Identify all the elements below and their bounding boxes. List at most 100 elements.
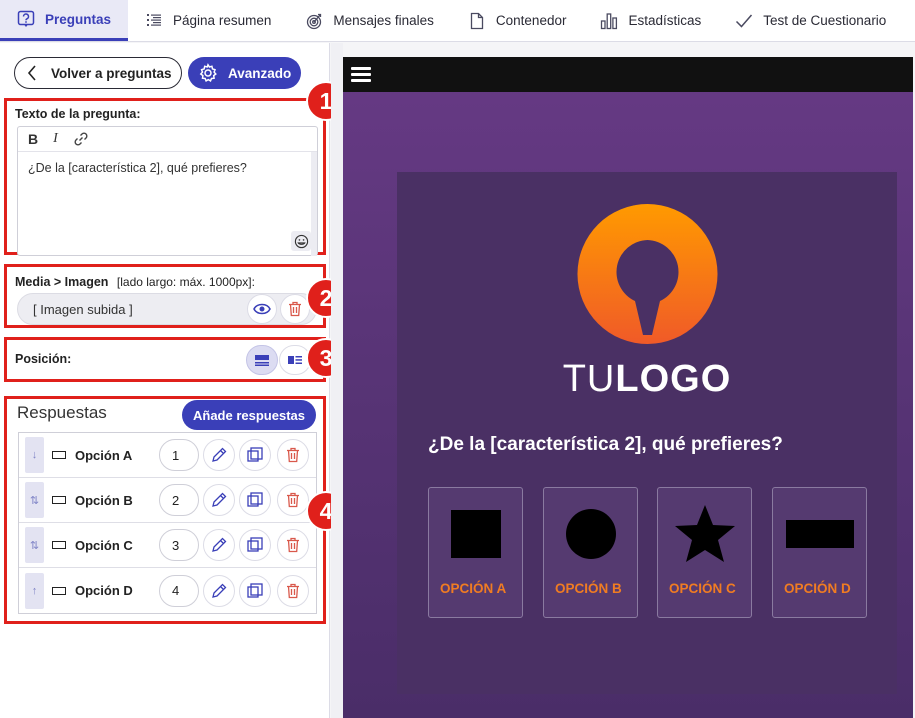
pencil-icon: [212, 447, 227, 462]
tab-mensajes-finales[interactable]: Mensajes finales: [288, 0, 451, 41]
copy-icon: [247, 492, 263, 507]
preview-option-d[interactable]: OPCIÓN D: [772, 487, 867, 618]
tab-label: Página resumen: [173, 13, 272, 28]
question-icon: [17, 10, 35, 27]
smiley-icon: [294, 234, 308, 248]
tab-contenedor[interactable]: Contenedor: [451, 0, 584, 41]
tab-label: Test de Cuestionario: [763, 13, 887, 28]
responses-title: Respuestas: [17, 403, 107, 422]
duplicate-response-button[interactable]: [239, 484, 271, 516]
emoji-button[interactable]: [291, 231, 311, 251]
drag-handle[interactable]: ↓: [25, 437, 44, 473]
bold-icon[interactable]: B: [28, 131, 38, 147]
position-label: Posición:: [15, 352, 72, 366]
target-icon: [307, 13, 322, 29]
logo-text-light: TU: [562, 358, 616, 400]
link-icon[interactable]: [73, 131, 89, 147]
tab-label: Preguntas: [45, 11, 112, 27]
position-section: Posición:: [4, 337, 326, 382]
hamburger-menu-icon[interactable]: [351, 67, 371, 82]
media-label: Media > Imagen: [15, 275, 109, 289]
back-label: Volver a preguntas: [51, 65, 172, 81]
delete-response-button[interactable]: [277, 529, 309, 561]
option-label: OPCIÓN D: [784, 581, 851, 596]
rectangle-icon: [52, 496, 66, 504]
question-text-value[interactable]: ¿De la [característica 2], qué prefieres…: [18, 152, 317, 184]
edit-response-button[interactable]: [203, 484, 235, 516]
preview-image-button[interactable]: [247, 294, 277, 324]
option-label: OPCIÓN C: [669, 581, 736, 596]
edit-response-button[interactable]: [203, 574, 235, 607]
pencil-icon: [212, 537, 227, 552]
logo-icon: [577, 204, 718, 344]
question-text-editor[interactable]: B I ¿De la [característica 2], qué prefi…: [17, 126, 318, 256]
media-section: Media > Imagen [lado largo: máx. 1000px]…: [4, 264, 326, 328]
tab-label: Mensajes finales: [333, 13, 434, 28]
add-response-button[interactable]: Añade respuestas: [182, 400, 316, 430]
response-row: ⇅ Opción C 3: [19, 523, 316, 568]
delete-response-button[interactable]: [277, 484, 309, 516]
response-row: ↑ Opción D 4: [19, 568, 316, 613]
tab-label: Estadísticas: [628, 13, 702, 28]
copy-icon: [247, 537, 263, 552]
duplicate-response-button[interactable]: [239, 529, 271, 561]
response-label: Opción C: [75, 537, 133, 553]
drag-handle[interactable]: ↑: [25, 572, 44, 609]
question-text-label: Texto de la pregunta:: [15, 107, 141, 121]
list-icon: [147, 13, 162, 26]
advanced-button[interactable]: Avanzado: [188, 57, 301, 89]
pencil-icon: [212, 583, 227, 598]
duplicate-response-button[interactable]: [239, 439, 271, 471]
gear-icon: [199, 63, 217, 82]
preview-option-b[interactable]: OPCIÓN B: [543, 487, 638, 618]
edit-response-button[interactable]: [203, 529, 235, 561]
media-label-row: Media > Imagen [lado largo: máx. 1000px]…: [15, 273, 255, 291]
delete-response-button[interactable]: [277, 574, 309, 607]
media-value: [ Imagen subida ]: [33, 301, 133, 317]
drag-handle[interactable]: ⇅: [25, 482, 44, 518]
rectangle-icon: [52, 541, 66, 549]
position-top-button[interactable]: [246, 345, 278, 375]
editor-scrollbar[interactable]: [311, 152, 317, 256]
response-order-input[interactable]: 1: [159, 439, 199, 471]
star-shape: [658, 504, 751, 564]
response-label: Opción B: [75, 492, 133, 508]
bar-chart-icon: [601, 12, 618, 29]
preview-card: TULOGO ¿De la [característica 2], qué pr…: [397, 172, 897, 694]
logo-text-bold: LOGO: [615, 358, 732, 400]
preview-topbar: [343, 57, 913, 92]
delete-response-button[interactable]: [277, 439, 309, 471]
media-hint: [lado largo: máx. 1000px]:: [116, 275, 255, 289]
rectangle-shape: [773, 504, 866, 564]
tab-estadisticas[interactable]: Estadísticas: [583, 0, 718, 41]
logo-text: TULOGO: [397, 358, 897, 401]
back-to-questions-button[interactable]: Volver a preguntas: [14, 57, 182, 89]
chevron-left-icon: [27, 65, 36, 81]
response-order-input[interactable]: 3: [159, 529, 199, 561]
response-row: ⇅ Opción B 2: [19, 478, 316, 523]
tab-test-cuestionario[interactable]: Test de Cuestionario: [718, 0, 903, 41]
quiz-preview: TULOGO ¿De la [característica 2], qué pr…: [343, 57, 913, 718]
preview-option-c[interactable]: OPCIÓN C: [657, 487, 752, 618]
trash-icon: [287, 492, 299, 508]
response-order-input[interactable]: 2: [159, 484, 199, 516]
duplicate-response-button[interactable]: [239, 574, 271, 607]
pencil-icon: [212, 492, 227, 507]
edit-response-button[interactable]: [203, 439, 235, 471]
italic-icon[interactable]: I: [53, 131, 58, 147]
eye-icon: [253, 303, 271, 315]
rectangle-icon: [52, 586, 66, 595]
response-row: ↓ Opción A 1: [19, 433, 316, 478]
drag-handle[interactable]: ⇅: [25, 527, 44, 563]
preview-question: ¿De la [característica 2], qué prefieres…: [428, 434, 783, 455]
trash-icon: [287, 447, 299, 463]
tab-pagina-resumen[interactable]: Página resumen: [128, 0, 288, 41]
layout-top-icon: [255, 355, 269, 366]
circle-shape: [544, 504, 637, 564]
response-label: Opción A: [75, 447, 133, 463]
preview-option-a[interactable]: OPCIÓN A: [428, 487, 523, 618]
square-shape: [429, 504, 522, 564]
copy-icon: [247, 447, 263, 462]
tab-preguntas[interactable]: Preguntas: [0, 0, 129, 41]
response-order-input[interactable]: 4: [159, 574, 199, 607]
